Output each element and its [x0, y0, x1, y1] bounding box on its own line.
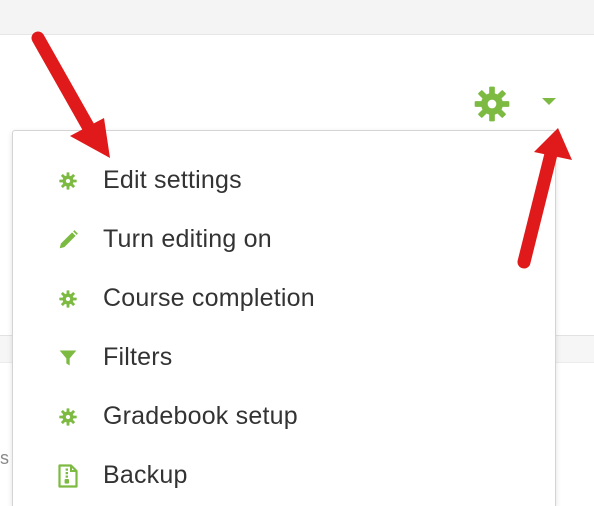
caret-down-icon[interactable]: [542, 98, 556, 105]
background-text: s: [0, 448, 9, 468]
filter-icon: [57, 347, 79, 369]
menu-item-label: Gradebook setup: [103, 402, 298, 430]
actions-menu-toggle[interactable]: [470, 82, 514, 126]
gear-icon: [57, 406, 79, 428]
gear-icon: [57, 288, 79, 310]
top-bar: [0, 0, 594, 35]
menu-item-course-completion[interactable]: Course completion: [13, 269, 555, 328]
menu-item-label: Filters: [103, 343, 173, 371]
pencil-icon: [57, 229, 79, 251]
menu-item-edit-settings[interactable]: Edit settings: [13, 151, 555, 210]
menu-item-filters[interactable]: Filters: [13, 328, 555, 387]
menu-item-backup[interactable]: Backup: [13, 446, 555, 505]
page: s Edit settings Turn editing on Course c…: [0, 0, 594, 506]
menu-list: Edit settings Turn editing on Course com…: [13, 131, 555, 505]
menu-item-label: Backup: [103, 461, 188, 489]
menu-item-turn-editing-on[interactable]: Turn editing on: [13, 210, 555, 269]
gear-icon: [57, 170, 79, 192]
menu-item-gradebook-setup[interactable]: Gradebook setup: [13, 387, 555, 446]
menu-item-label: Course completion: [103, 284, 315, 312]
actions-dropdown-menu: Edit settings Turn editing on Course com…: [12, 130, 556, 506]
menu-item-label: Edit settings: [103, 166, 242, 194]
menu-item-label: Turn editing on: [103, 225, 272, 253]
backup-file-icon: [57, 463, 79, 488]
gear-icon: [474, 86, 510, 122]
